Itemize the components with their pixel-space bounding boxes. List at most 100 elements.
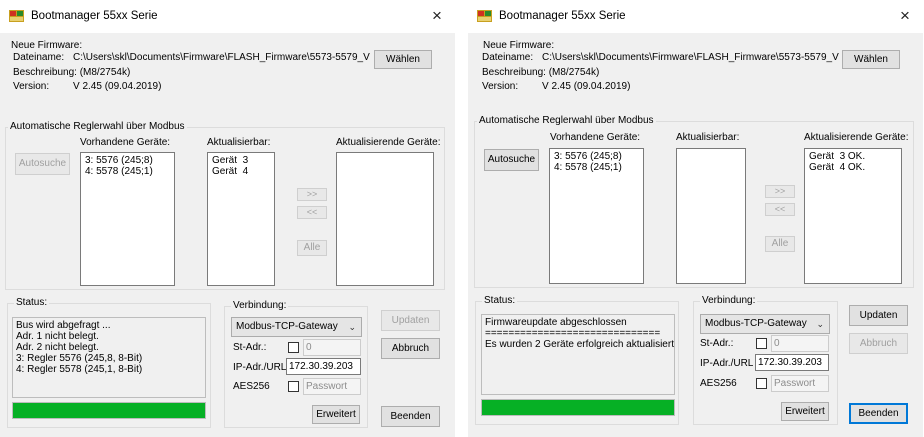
waehlen-button[interactable]: Wählen: [374, 50, 432, 69]
connection-mode-value: Modbus-TCP-Gateway: [705, 318, 807, 329]
aktualisierende-geraete-list[interactable]: [336, 152, 434, 286]
ip-adr-field[interactable]: 172.30.39.203: [286, 358, 361, 375]
dateiname-value: C:\Users\skl\Documents\Firmware\FLASH_Fi…: [542, 52, 839, 63]
erweitert-button[interactable]: Erweitert: [312, 405, 360, 424]
st-adr-field[interactable]: 0: [771, 335, 829, 352]
abbruch-button[interactable]: Abbruch: [381, 338, 440, 359]
ip-adr-label: IP-Adr./URL: [700, 358, 754, 369]
st-adr-label: St-Adr.:: [233, 342, 267, 353]
version-value: V 2.45 (09.04.2019): [542, 81, 631, 92]
list-item[interactable]: 3: 5576 (245;8): [554, 151, 639, 162]
alle-button[interactable]: Alle: [297, 240, 327, 256]
move-right-button[interactable]: >>: [297, 188, 327, 201]
alle-button[interactable]: Alle: [765, 236, 795, 252]
st-adr-checkbox[interactable]: [288, 342, 299, 353]
autosuche-button[interactable]: Autosuche: [484, 149, 539, 171]
aktualisierbar-list[interactable]: [676, 148, 746, 284]
status-log: Bus wird abgefragt ... Adr. 1 nicht bele…: [12, 317, 206, 398]
verbindung-group-title: Verbindung:: [700, 295, 758, 307]
version-label: Version:: [482, 81, 519, 92]
close-icon[interactable]: ×: [893, 4, 917, 28]
move-left-button[interactable]: <<: [297, 206, 327, 219]
list-item[interactable]: 4: 5578 (245;1): [85, 166, 170, 177]
progress-bar: [481, 399, 675, 416]
updaten-button[interactable]: Updaten: [381, 310, 440, 331]
aktualisierbar-list[interactable]: Gerät 3 Gerät 4: [207, 152, 275, 286]
chevron-down-icon: ⌄: [816, 319, 824, 329]
list-item[interactable]: Gerät 4: [212, 166, 270, 177]
modbus-group-title: Automatische Reglerwahl über Modbus: [8, 121, 187, 133]
status-line: ==============================: [485, 328, 661, 339]
updaten-button[interactable]: Updaten: [849, 305, 908, 326]
list-item[interactable]: 3: 5576 (245;8): [85, 155, 170, 166]
beschreibung-label: Beschreibung: (M8/2754k): [482, 67, 600, 78]
vorhandene-geraete-header: Vorhandene Geräte:: [80, 137, 171, 148]
title-bar: Bootmanager 55xx Serie ×: [468, 0, 923, 33]
aktualisierende-geraete-list[interactable]: Gerät 3 OK. Gerät 4 OK.: [804, 148, 902, 284]
aktualisierende-geraete-header: Aktualisierende Geräte:: [336, 137, 441, 148]
connection-mode-value: Modbus-TCP-Gateway: [236, 321, 338, 332]
list-item[interactable]: 4: 5578 (245;1): [554, 162, 639, 173]
verbindung-group-title: Verbindung:: [231, 300, 289, 312]
vorhandene-geraete-list[interactable]: 3: 5576 (245;8) 4: 5578 (245;1): [80, 152, 175, 286]
aes256-label: AES256: [233, 381, 270, 392]
bootmanager-window-left: Bootmanager 55xx Serie × Neue Firmware: …: [0, 0, 455, 437]
connection-mode-select[interactable]: Modbus-TCP-Gateway ⌄: [700, 314, 830, 334]
st-adr-field[interactable]: 0: [303, 339, 361, 356]
modbus-group-title: Automatische Reglerwahl über Modbus: [477, 115, 656, 127]
status-line: 3: Regler 5576 (245,8, 8-Bit): [16, 353, 143, 364]
vorhandene-geraete-list[interactable]: 3: 5576 (245;8) 4: 5578 (245;1): [549, 148, 644, 284]
status-line: Es wurden 2 Geräte erfolgreich aktualisi…: [485, 339, 675, 350]
beschreibung-label: Beschreibung: (M8/2754k): [13, 67, 131, 78]
close-icon[interactable]: ×: [425, 4, 449, 28]
title-bar: Bootmanager 55xx Serie ×: [0, 0, 455, 33]
st-adr-checkbox[interactable]: [756, 338, 767, 349]
status-line: Bus wird abgefragt ...: [16, 320, 111, 331]
passwort-field[interactable]: Passwort: [771, 375, 829, 392]
erweitert-button[interactable]: Erweitert: [781, 402, 829, 421]
dateiname-label: Dateiname:: [13, 52, 65, 63]
move-right-button[interactable]: >>: [765, 185, 795, 198]
waehlen-button[interactable]: Wählen: [842, 50, 900, 69]
aktualisierende-geraete-header: Aktualisierende Geräte:: [804, 132, 909, 143]
list-item[interactable]: Gerät 4 OK.: [809, 162, 897, 173]
aes256-label: AES256: [700, 378, 737, 389]
list-item[interactable]: Gerät 3 OK.: [809, 151, 897, 162]
status-line: Firmwareupdate abgeschlossen: [485, 317, 627, 328]
move-left-button[interactable]: <<: [765, 203, 795, 216]
abbruch-button[interactable]: Abbruch: [849, 333, 908, 354]
version-value: V 2.45 (09.04.2019): [73, 81, 162, 92]
app-icon: [9, 10, 24, 22]
ip-adr-label: IP-Adr./URL: [233, 362, 287, 373]
status-log: Firmwareupdate abgeschlossen ===========…: [481, 314, 675, 395]
list-item[interactable]: Gerät 3: [212, 155, 270, 166]
autosuche-button[interactable]: Autosuche: [15, 153, 70, 175]
bootmanager-window-right: Bootmanager 55xx Serie × Neue Firmware: …: [468, 0, 923, 437]
status-line: Adr. 2 nicht belegt.: [16, 342, 99, 353]
st-adr-label: St-Adr.:: [700, 338, 734, 349]
progress-fill: [482, 400, 674, 415]
status-group-title: Status:: [14, 297, 50, 309]
firmware-group-title: Neue Firmware:: [11, 40, 83, 51]
status-line: 4: Regler 5578 (245,1, 8-Bit): [16, 364, 143, 375]
aes256-checkbox[interactable]: [288, 381, 299, 392]
window-title: Bootmanager 55xx Serie: [499, 10, 626, 22]
ip-adr-field[interactable]: 172.30.39.203: [755, 354, 829, 371]
aes256-checkbox[interactable]: [756, 378, 767, 389]
firmware-group-title: Neue Firmware:: [483, 40, 555, 51]
connection-mode-select[interactable]: Modbus-TCP-Gateway ⌄: [231, 317, 362, 337]
chevron-down-icon: ⌄: [348, 322, 356, 332]
aktualisierbar-header: Aktualisierbar:: [676, 132, 740, 143]
vorhandene-geraete-header: Vorhandene Geräte:: [550, 132, 641, 143]
passwort-field[interactable]: Passwort: [303, 378, 361, 395]
status-line: Adr. 1 nicht belegt.: [16, 331, 99, 342]
dateiname-label: Dateiname:: [482, 52, 534, 63]
progress-fill: [13, 403, 205, 418]
version-label: Version:: [13, 81, 50, 92]
window-title: Bootmanager 55xx Serie: [31, 10, 158, 22]
app-icon: [477, 10, 492, 22]
beenden-button[interactable]: Beenden: [849, 403, 908, 424]
beenden-button[interactable]: Beenden: [381, 406, 440, 427]
status-group-title: Status:: [482, 295, 518, 307]
dateiname-value: C:\Users\skl\Documents\Firmware\FLASH_Fi…: [73, 52, 370, 63]
